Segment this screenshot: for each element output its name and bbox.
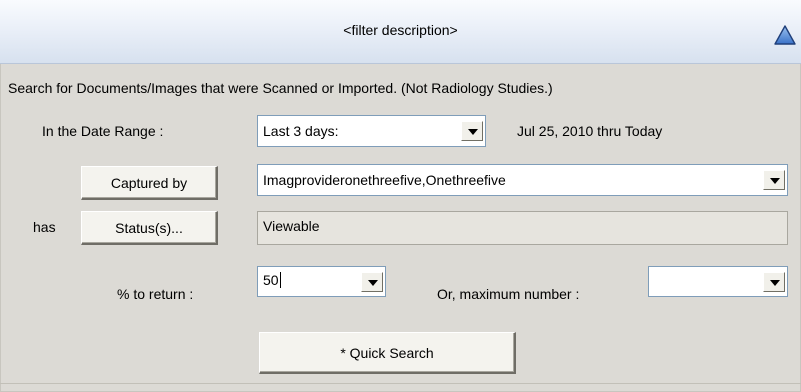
collapse-button[interactable]	[774, 24, 796, 46]
triangle-up-icon	[774, 25, 796, 45]
captured-by-select[interactable]: Imagprovideronethreefive,Onethreefive	[257, 164, 788, 196]
filter-description-title: <filter description>	[343, 22, 458, 38]
maximum-select[interactable]	[648, 266, 788, 297]
maximum-label: Or, maximum number :	[437, 286, 580, 302]
text-cursor	[279, 272, 281, 288]
status-field: Viewable	[257, 211, 788, 245]
chevron-down-icon[interactable]	[461, 121, 483, 141]
percent-select[interactable]: 50	[257, 266, 386, 297]
captured-by-value: Imagprovideronethreefive,Onethreefive	[263, 172, 506, 188]
chevron-down-icon[interactable]	[361, 272, 383, 292]
divider	[0, 383, 801, 384]
percent-label: % to return :	[117, 286, 194, 302]
percent-value[interactable]: 50	[263, 267, 281, 293]
has-label: has	[33, 219, 56, 235]
date-range-label: In the Date Range :	[42, 123, 164, 139]
date-range-text: Jul 25, 2010 thru Today	[517, 123, 663, 139]
search-description: Search for Documents/Images that were Sc…	[8, 80, 553, 96]
percent-value-text: 50	[263, 272, 279, 288]
status-button[interactable]: Status(s)...	[81, 211, 218, 245]
date-range-select[interactable]: Last 3 days:	[257, 115, 486, 147]
date-range-value: Last 3 days:	[263, 123, 339, 139]
filter-header[interactable]: <filter description>	[0, 0, 801, 64]
chevron-down-icon[interactable]	[763, 170, 785, 190]
quick-search-button[interactable]: * Quick Search	[259, 332, 516, 374]
status-value: Viewable	[263, 218, 320, 234]
chevron-down-icon[interactable]	[763, 272, 785, 292]
captured-by-button[interactable]: Captured by	[81, 166, 218, 200]
